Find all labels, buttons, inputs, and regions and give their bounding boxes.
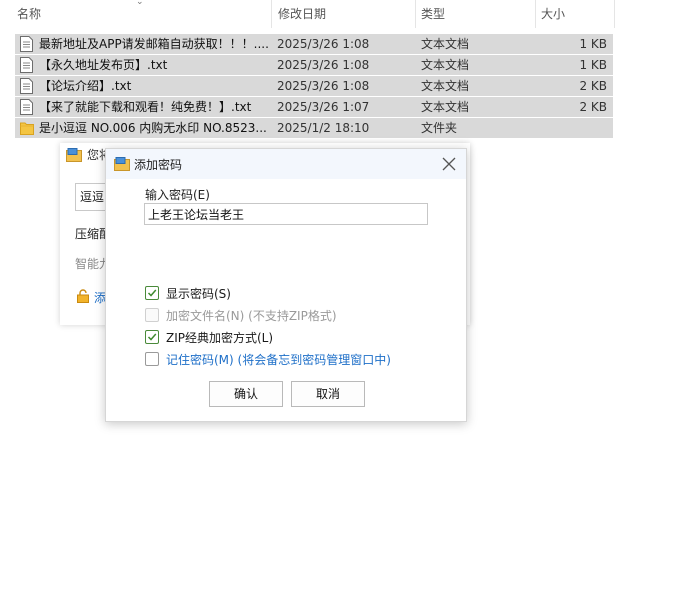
file-row[interactable]: 最新地址及APP请发邮箱自动获取！！！.... 2025/3/26 1:08 文…	[15, 34, 613, 54]
column-divider[interactable]	[614, 0, 615, 28]
remember-password-label: 记住密码(M) (将会备忘到密码管理窗口中)	[166, 353, 391, 367]
column-size[interactable]: 大小	[541, 0, 565, 28]
dialog-titlebar[interactable]: 添加密码	[106, 149, 466, 179]
password-label: 输入密码(E)	[145, 188, 210, 202]
lock-icon	[76, 289, 90, 306]
folder-row[interactable]: 是小逗逗 NO.006 内购无水印 NO.8523... 2025/1/2 18…	[15, 118, 613, 138]
show-password-label: 显示密码(S)	[166, 287, 231, 301]
archive-app-icon	[66, 148, 82, 162]
file-list-header: 名称 ⌄ 修改日期 类型 大小	[0, 0, 615, 28]
column-date[interactable]: 修改日期	[278, 0, 326, 28]
file-row[interactable]: 【永久地址发布页】.txt 2025/3/26 1:08 文本文档 1 KB	[15, 55, 613, 75]
file-type: 文本文档	[421, 58, 470, 72]
checkbox-checked-icon[interactable]	[145, 330, 159, 344]
ok-button[interactable]: 确认	[209, 381, 283, 407]
file-size: 2 KB	[579, 100, 607, 114]
file-name: 最新地址及APP请发邮箱自动获取！！！....	[39, 37, 269, 51]
dialog-title: 添加密码	[134, 158, 183, 172]
file-name: 是小逗逗 NO.006 内购无水印 NO.8523...	[39, 121, 267, 135]
file-name: 【来了就能下载和观看！纯免费！】.txt	[39, 100, 252, 114]
column-name[interactable]: 名称	[17, 0, 41, 28]
text-file-icon	[20, 36, 33, 52]
close-icon[interactable]	[440, 155, 458, 173]
file-date: 2025/3/26 1:08	[277, 58, 370, 72]
folder-icon	[20, 122, 34, 135]
file-size: 1 KB	[579, 58, 607, 72]
text-file-icon	[20, 99, 33, 115]
file-date: 2025/3/26 1:08	[277, 37, 370, 51]
file-size	[535, 118, 607, 138]
file-row[interactable]: 【论坛介绍】.txt 2025/3/26 1:08 文本文档 2 KB	[15, 76, 613, 96]
file-name: 【永久地址发布页】.txt	[39, 58, 168, 72]
file-date: 2025/3/26 1:08	[277, 79, 370, 93]
checkbox-unchecked-icon[interactable]	[145, 352, 159, 366]
file-type: 文件夹	[421, 121, 458, 135]
text-file-icon	[20, 57, 33, 73]
column-divider[interactable]	[271, 0, 272, 28]
column-divider[interactable]	[415, 0, 416, 28]
encrypt-filenames-label: 加密文件名(N) (不支持ZIP格式)	[166, 309, 337, 323]
cancel-button[interactable]: 取消	[291, 381, 365, 407]
password-input[interactable]	[144, 203, 428, 225]
file-date: 2025/1/2 18:10	[277, 121, 370, 135]
checkbox-checked-icon[interactable]	[145, 286, 159, 300]
file-size: 1 KB	[579, 37, 607, 51]
archive-app-icon	[114, 157, 130, 171]
add-password-dialog: 添加密码 输入密码(E) 显示密码(S) 加密文件名(N) (不支持ZIP格式)…	[105, 148, 467, 422]
zip-classic-label: ZIP经典加密方式(L)	[166, 331, 274, 345]
file-size: 2 KB	[579, 79, 607, 93]
sort-chevron-icon: ⌄	[136, 0, 144, 7]
file-row[interactable]: 【来了就能下载和观看！纯免费！】.txt 2025/3/26 1:07 文本文档…	[15, 97, 613, 117]
column-divider[interactable]	[535, 0, 536, 28]
text-file-icon	[20, 78, 33, 94]
file-type: 文本文档	[421, 79, 470, 93]
checkbox-disabled-icon	[145, 308, 159, 322]
file-type: 文本文档	[421, 37, 470, 51]
file-date: 2025/3/26 1:07	[277, 100, 370, 114]
file-name: 【论坛介绍】.txt	[39, 79, 132, 93]
file-type: 文本文档	[421, 100, 470, 114]
column-type[interactable]: 类型	[421, 0, 445, 28]
